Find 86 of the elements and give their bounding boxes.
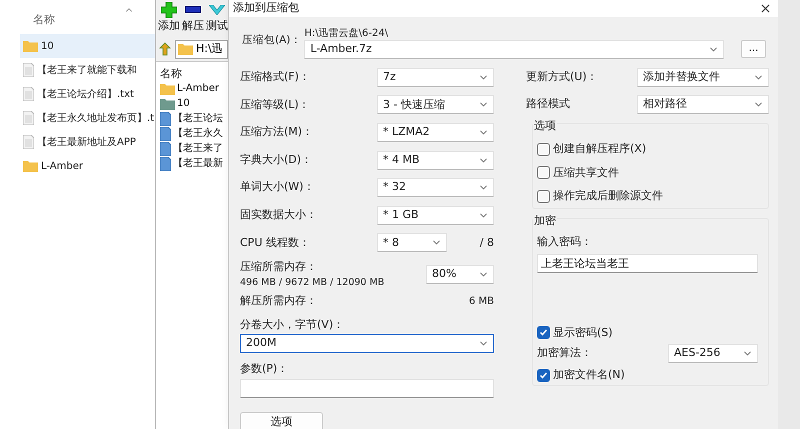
field-label: 单词大小(W)： [240,179,314,196]
document-icon [23,135,34,149]
folder-icon [178,43,193,55]
file-row[interactable]: 【老王论坛 [160,111,228,126]
window-title: 添加到压缩包 [233,0,299,16]
field-label: 压缩方法(M)： [240,124,314,140]
toolbar-button[interactable]: 测试 [206,2,228,34]
file-row[interactable]: 【老王来了就能下载和 [20,58,155,82]
field-label: 加密算法： [537,345,592,362]
document-icon [160,126,171,140]
memory-usage: 496 MB / 9672 MB / 12090 MB [240,276,384,290]
up-arrow-icon[interactable] [158,42,172,56]
dropdown[interactable]: L-Amber.7z [304,40,724,58]
toolbar-button[interactable]: 添加 [158,2,180,34]
file-row[interactable]: 【老王最新地址及APP [20,130,155,154]
field-label: 压缩包(A)： [242,32,302,48]
dropdown[interactable]: 添加并替换文件 [637,68,769,86]
toolbar-button[interactable]: 解压 [182,2,204,34]
address-bar[interactable]: H:\迅 [175,40,228,58]
folder-icon [160,82,175,94]
dropdown[interactable]: * 1 GB [377,206,494,225]
dropdown[interactable]: 3 - 快速压缩 [377,95,494,114]
document-icon [160,142,171,156]
checkbox-label: 加密文件名(N) [553,367,625,383]
thread-max: / 8 [480,234,494,251]
dropdown[interactable]: 相对路径 [637,94,769,114]
checkbox[interactable] [537,368,550,382]
file-row[interactable]: 【老王永久 [160,126,228,141]
field-label: 压缩格式(F)： [240,69,310,86]
column-header[interactable]: 名称 [160,66,228,81]
field-label: 压缩所需内存： [240,259,318,276]
field-label: 输入密码： [537,234,593,250]
document-icon [23,87,34,101]
field-label: 分卷大小，字节(V)： [240,316,346,332]
document-icon [160,112,171,126]
file-row[interactable]: 【老王最新 [160,156,228,171]
check-icon [539,370,548,380]
dropdown[interactable]: 200M [240,334,494,353]
dropdown[interactable]: * 4 MB [377,150,494,170]
parameters-field[interactable] [240,378,494,398]
close-icon[interactable] [759,2,772,15]
file-row[interactable]: 【老王论坛介绍】.txt [20,82,155,106]
checkbox-label: 创建自解压程序(X) [553,141,646,157]
file-row[interactable]: L-Amber [160,81,228,96]
password-field[interactable]: 上老王论坛当老王 [537,254,758,272]
checkbox-label: 压缩共享文件 [553,164,619,180]
check-icon [539,328,548,338]
field-label: CPU 线程数： [240,234,311,251]
checkbox-label: 显示密码(S) [553,324,613,340]
document-icon [23,63,34,77]
dropdown[interactable]: * LZMA2 [377,122,494,142]
checkbox[interactable] [537,190,550,203]
browse-button[interactable]: ... [741,40,766,58]
archive-path: H:\迅雷云盘\6-24\ [304,26,388,40]
dropdown[interactable]: * 8 [377,233,447,252]
checkbox[interactable] [537,142,550,156]
field-label: 参数(P)： [240,360,290,376]
field-label: 路径模式 [526,96,570,112]
checkbox[interactable] [537,326,550,340]
dropdown[interactable]: * 32 [377,178,494,198]
field-label: 字典大小(D)： [240,152,312,168]
field-label: 更新方式(U)： [526,68,598,85]
folder-icon [160,98,175,110]
field-label: 固实数据大小： [240,207,317,224]
options-button[interactable]: 选项 [240,412,323,429]
field-label: 解压所需内存： [240,293,317,310]
file-row[interactable]: 10 [20,34,155,58]
dropdown[interactable]: AES-256 [668,344,758,363]
checkmark-icon [209,4,225,15]
file-row[interactable]: 【老王来了 [160,141,228,156]
checkbox[interactable] [537,166,550,180]
column-header[interactable]: 名称 [33,12,55,28]
field-label: 压缩等级(L)： [240,96,310,113]
file-row[interactable]: L-Amber [20,154,155,178]
dropdown[interactable]: 80% [426,265,494,284]
checkbox-label: 操作完成后删除源文件 [553,188,663,204]
document-icon [160,156,171,170]
memory-value: 6 MB [468,295,494,310]
file-row[interactable]: 10 [160,96,228,111]
plus-icon [161,2,177,18]
file-row[interactable]: 【老王永久地址发布页】.t [20,106,155,130]
dropdown[interactable]: 7z [377,68,494,87]
minus-icon [185,6,201,14]
document-icon [23,111,34,125]
folder-icon [23,160,38,172]
folder-icon [23,40,38,52]
